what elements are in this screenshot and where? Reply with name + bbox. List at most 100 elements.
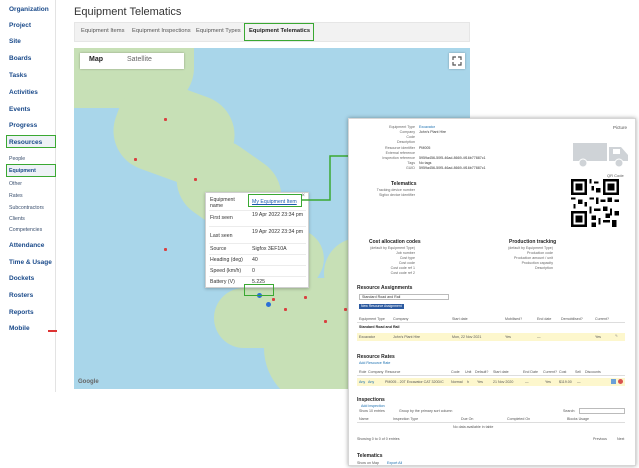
field-label: Production amount / unit [514,256,553,260]
sidebar-item-tasks[interactable]: Tasks [9,72,27,79]
map-type-map-button[interactable]: Map [89,56,103,63]
cell: $119.00 [559,380,572,384]
screenshot-frame: Organization Project Site Boards Tasks A… [0,0,639,468]
tab-equipment-types[interactable]: Equipment Types [196,28,241,34]
sidebar-item-boards[interactable]: Boards [9,55,31,62]
show-on-map-checkbox[interactable]: Show on Map [357,461,379,465]
next-button[interactable]: Next [617,437,624,441]
sidebar-item-organization[interactable]: Organization [9,6,49,13]
field-label: Tracking device number [376,188,415,192]
sidebar-item-attendance[interactable]: Attendance [9,242,44,249]
sidebar-item-activities[interactable]: Activities [9,89,38,96]
sidebar-item-rosters[interactable]: Rosters [9,292,33,299]
iw-value: Sigfox 3EF10A [252,246,287,252]
map-type-satellite-button[interactable]: Satellite [127,56,152,63]
map-type-control: Map Satellite [80,53,184,69]
col-header: Due On [461,417,474,421]
divider [209,254,306,255]
map-marker[interactable] [134,158,137,161]
sidebar: Organization Project Site Boards Tasks A… [4,0,57,392]
sidebar-item-dockets[interactable]: Dockets [9,275,34,282]
resource-assignments-heading: Resource Assignments [357,285,413,291]
iw-value: 40 [252,257,258,263]
field-value: 5959a456-50f5-46ad-8669-4f16b77887c1 [419,166,486,170]
field-label: Tags [407,161,415,165]
inspections-heading: Inspections [357,397,385,403]
sidebar-sub-subcontractors[interactable]: Subcontractors [9,205,44,211]
sidebar-sub-other[interactable]: Other [9,181,22,187]
table-row[interactable]: Excavator John's Plant Hire Mon, 22 Nov … [357,333,625,341]
new-assignment-button[interactable]: New Resource Assignment [359,304,404,309]
table-row[interactable]: Any Any PM005 - 20T Excavator CAT 320D/C… [357,378,625,386]
sidebar-sub-rates[interactable]: Rates [9,193,23,199]
cell: Yes [595,335,601,339]
sidebar-sub-clients[interactable]: Clients [9,216,25,222]
field-label: Equipment Type [389,125,415,129]
map-marker[interactable] [344,308,347,311]
sidebar-item-site[interactable]: Site [9,38,21,45]
edit-icon[interactable]: ✎ [615,334,618,338]
map-marker[interactable] [164,118,167,121]
tab-equipment-items[interactable]: Equipment Items [81,28,125,34]
map-marker[interactable] [324,320,327,323]
map-marker[interactable] [272,298,275,301]
field-label: (default by Equipment Type) [508,246,553,250]
showing-entries: Showing 0 to 0 of 0 entries [357,437,400,441]
fullscreen-icon [452,56,462,66]
sidebar-sub-competencies[interactable]: Competencies [9,227,42,233]
col-header: Unit [465,370,472,374]
edit-icon[interactable] [611,379,616,384]
field-value: John's Plant Hire [419,130,447,134]
assignment-select[interactable]: Standard Road and Rail [359,294,449,300]
map-marker[interactable] [284,308,287,311]
equipment-type-link[interactable]: Excavator [419,125,435,129]
col-header: Demobilised? [561,317,583,321]
equipment-marker[interactable] [266,302,271,307]
sidebar-sub-equipment[interactable]: Equipment [9,168,36,174]
iw-label: Equipment name [210,197,235,209]
col-header: Code [451,370,460,374]
delete-icon[interactable] [618,379,623,384]
sidebar-item-progress[interactable]: Progress [9,122,37,129]
map-marker[interactable] [304,296,307,299]
field-label: Company [399,130,415,134]
add-inspection-link[interactable]: Add inspection [361,404,385,408]
show-entries-select[interactable]: Show 10 entries [359,409,385,413]
resource-rates-heading: Resource Rates [357,354,395,360]
qr-code-image [571,179,619,227]
fullscreen-button[interactable] [449,53,465,69]
col-header: End Date [523,370,538,374]
add-resource-rate-link[interactable]: Add Resource Rate [359,361,390,365]
map-marker[interactable] [164,248,167,251]
divider [209,226,306,227]
field-label: Resource identifier [385,146,415,150]
sidebar-item-project[interactable]: Project [9,22,31,29]
sidebar-item-events[interactable]: Events [9,106,30,113]
export-all-link[interactable]: Export All [387,461,402,465]
telematics-heading: Telematics [391,181,417,187]
sidebar-item-resources[interactable]: Resources [9,139,42,146]
col-header: Name [359,417,369,421]
col-header: Role [359,370,367,374]
sidebar-item-mobile[interactable]: Mobile [9,325,30,332]
qr-code-label: QR Code [607,173,624,178]
iw-label: First seen [210,215,233,221]
sidebar-item-reports[interactable]: Reports [9,309,34,316]
field-label: External reference [385,151,415,155]
sidebar-item-time-usage[interactable]: Time & Usage [9,259,52,266]
iw-label: Last seen [210,233,233,239]
telematics-bottom-heading: Telematics [357,453,383,459]
col-header: End date [537,317,552,321]
cell: Any [359,380,366,384]
field-label: Sigfox device identifier [379,193,415,197]
col-header: Completed On [507,417,531,421]
group-by-checkbox[interactable]: Group by the primary sort column [399,409,452,413]
field-label: (default by Equipment Type) [370,246,415,250]
sidebar-sub-people[interactable]: People [9,156,25,162]
field-value: PM005 [419,146,431,150]
tab-equipment-inspections[interactable]: Equipment Inspections [132,28,191,34]
search-input[interactable] [579,408,625,414]
map-marker[interactable] [194,178,197,181]
no-data-message: No data available in table [453,425,494,429]
previous-button[interactable]: Previous [593,437,607,441]
